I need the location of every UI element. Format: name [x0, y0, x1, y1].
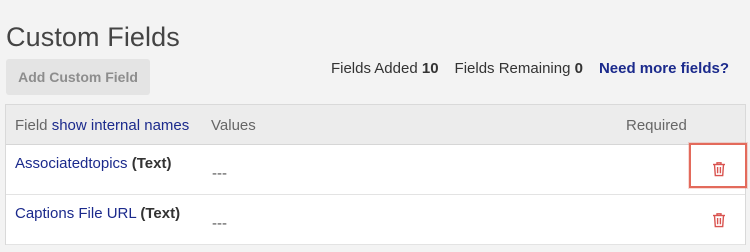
fields-remaining-count: 0	[574, 60, 583, 77]
field-type: (Text)	[140, 205, 181, 222]
field-name-link[interactable]: Captions File URL	[15, 205, 136, 222]
fields-added-count: 10	[421, 60, 439, 77]
page-title: Custom Fields	[6, 22, 180, 53]
field-values: ---	[212, 165, 227, 182]
trash-icon[interactable]	[711, 211, 727, 229]
custom-fields-table: Field show internal names Values Require…	[5, 104, 746, 245]
fields-added-label: Fields Added	[330, 60, 418, 77]
fields-added-stat: Fields Added 10	[331, 60, 439, 77]
need-more-fields-link[interactable]: Need more fields?	[599, 60, 729, 77]
table-row: Associatedtopics (Text) ---	[6, 145, 745, 195]
field-stats: Fields Added 10 Fields Remaining 0 Need …	[331, 60, 729, 77]
header-field: Field show internal names	[15, 117, 189, 134]
field-name-cell: Captions File URL (Text)	[15, 205, 180, 222]
header-field-label: Field	[15, 117, 48, 134]
header-values: Values	[211, 117, 256, 134]
field-name-cell: Associatedtopics (Text)	[15, 155, 171, 172]
field-name-link[interactable]: Associatedtopics	[15, 155, 128, 172]
field-values: ---	[212, 215, 227, 232]
fields-remaining-label: Fields Remaining	[454, 60, 571, 77]
field-type: (Text)	[131, 155, 172, 172]
fields-remaining-stat: Fields Remaining 0	[455, 60, 583, 77]
table-row: Captions File URL (Text) ---	[6, 195, 745, 245]
add-custom-field-button[interactable]: Add Custom Field	[6, 59, 150, 95]
header-required: Required	[626, 117, 687, 134]
table-header: Field show internal names Values Require…	[6, 105, 745, 145]
trash-icon[interactable]	[711, 160, 727, 178]
show-internal-names-link[interactable]: show internal names	[52, 117, 190, 134]
